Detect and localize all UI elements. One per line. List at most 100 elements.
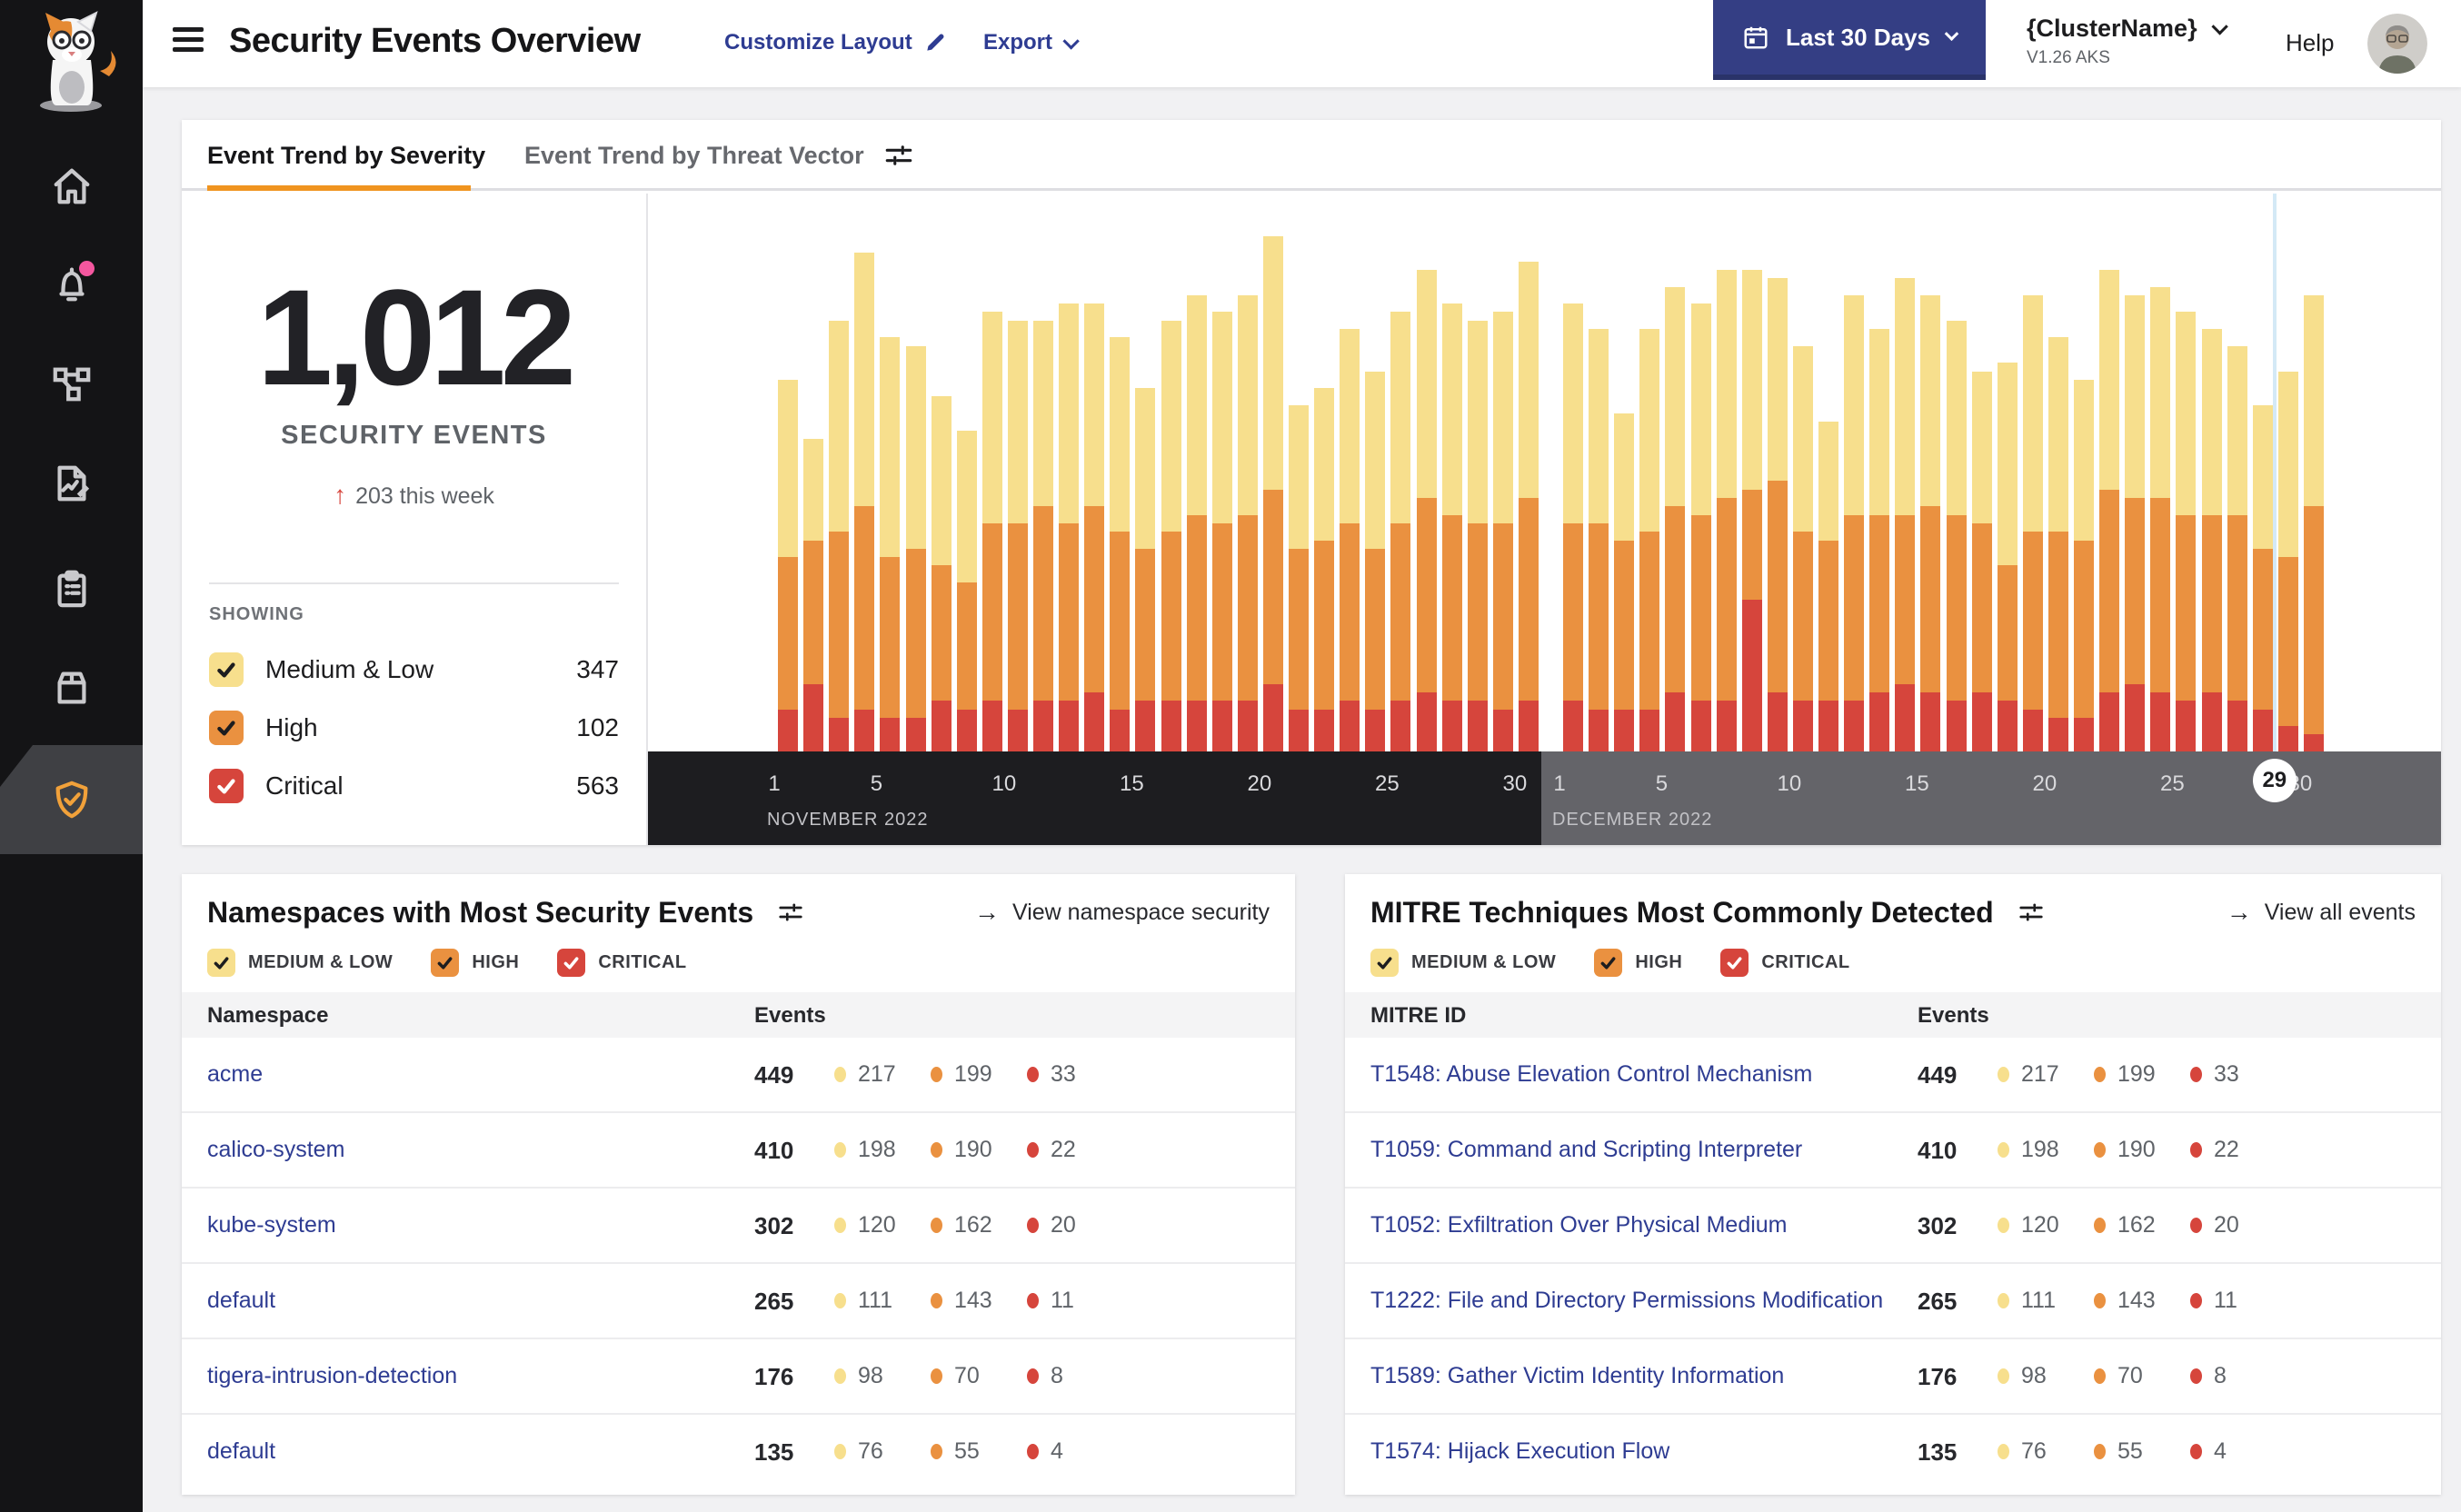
bar-dec-16[interactable]: [1946, 320, 1967, 751]
calico-cat-logo[interactable]: [20, 7, 122, 119]
bar-nov-22[interactable]: [1314, 388, 1335, 751]
bar-dec-10[interactable]: [1792, 345, 1813, 751]
trend-settings-sliders-icon[interactable]: [883, 140, 914, 171]
today-marker[interactable]: 29: [2252, 759, 2297, 802]
cluster-selector[interactable]: {ClusterName} V1.26 AKS: [2027, 15, 2228, 68]
bar-dec-12[interactable]: [1844, 294, 1865, 751]
bar-dec-14[interactable]: [1895, 278, 1916, 751]
bar-nov-1[interactable]: [778, 379, 798, 751]
bar-dec-2[interactable]: [1589, 329, 1609, 751]
date-range-button[interactable]: Last 30 Days: [1713, 0, 1986, 80]
bar-dec-13[interactable]: [1869, 329, 1890, 751]
bar-nov-28[interactable]: [1467, 320, 1488, 751]
bar-dec-5[interactable]: [1665, 286, 1686, 751]
bar-nov-21[interactable]: [1289, 404, 1309, 751]
severity-filter-critical[interactable]: CRITICAL: [1720, 949, 1849, 977]
bar-nov-3[interactable]: [829, 320, 850, 751]
severity-filter-high[interactable]: HIGH: [1594, 949, 1682, 977]
showing-row-medium_low[interactable]: Medium & Low 347: [182, 641, 646, 699]
bar-nov-16[interactable]: [1161, 320, 1181, 751]
bar-nov-12[interactable]: [1059, 303, 1080, 751]
showing-row-critical[interactable]: Critical 563: [182, 757, 646, 815]
row-name-link[interactable]: kube-system: [207, 1212, 336, 1238]
bar-dec-7[interactable]: [1716, 269, 1737, 751]
checkbox-high[interactable]: [1594, 949, 1623, 977]
showing-row-high[interactable]: High 102: [182, 699, 646, 757]
bar-nov-9[interactable]: [981, 312, 1002, 751]
tab-event-trend-by-severity[interactable]: Event Trend by Severity: [207, 142, 485, 170]
bar-nov-13[interactable]: [1084, 303, 1105, 751]
bar-nov-4[interactable]: [854, 253, 875, 751]
bar-nov-18[interactable]: [1211, 312, 1232, 751]
bar-nov-11[interactable]: [1033, 320, 1053, 751]
sidebar-item-alerts[interactable]: [0, 234, 143, 333]
bar-nov-15[interactable]: [1135, 388, 1156, 751]
checkbox-critical[interactable]: [557, 949, 586, 977]
checkbox-critical[interactable]: [209, 769, 244, 803]
row-name-link[interactable]: T1589: Gather Victim Identity Informatio…: [1370, 1363, 1784, 1389]
bar-nov-30[interactable]: [1518, 261, 1539, 751]
bar-nov-29[interactable]: [1492, 312, 1513, 751]
row-name-link[interactable]: T1059: Command and Scripting Interpreter: [1370, 1137, 1802, 1163]
checkbox-medium_low[interactable]: [209, 652, 244, 687]
bar-dec-11[interactable]: [1818, 422, 1838, 751]
tab-event-trend-by-threat-vector[interactable]: Event Trend by Threat Vector: [524, 142, 864, 170]
bar-dec-26[interactable]: [2201, 329, 2222, 751]
bar-dec-25[interactable]: [2176, 312, 2197, 751]
bar-nov-7[interactable]: [931, 396, 952, 751]
bar-nov-27[interactable]: [1441, 303, 1462, 751]
checkbox-critical[interactable]: [1720, 949, 1749, 977]
severity-filter-critical[interactable]: CRITICAL: [557, 949, 686, 977]
bar-nov-24[interactable]: [1365, 371, 1386, 751]
sidebar-item-workloads[interactable]: [0, 638, 143, 738]
bar-dec-22[interactable]: [2099, 269, 2120, 751]
severity-filter-medium_low[interactable]: MEDIUM & LOW: [207, 949, 393, 977]
row-name-link[interactable]: T1574: Hijack Execution Flow: [1370, 1438, 1669, 1465]
panel-settings-sliders-icon[interactable]: [2018, 899, 2045, 926]
bar-nov-2[interactable]: [803, 438, 824, 751]
bar-dec-23[interactable]: [2125, 294, 2146, 751]
bar-dec-9[interactable]: [1767, 278, 1788, 751]
view-all-events-link[interactable]: → View all events: [2227, 898, 2416, 927]
sidebar-item-policies[interactable]: [0, 433, 143, 533]
bar-dec-27[interactable]: [2227, 345, 2247, 751]
checkbox-medium_low[interactable]: [207, 949, 235, 977]
bar-dec-21[interactable]: [2074, 379, 2094, 751]
row-name-link[interactable]: T1052: Exfiltration Over Physical Medium: [1370, 1212, 1788, 1238]
bar-dec-4[interactable]: [1639, 329, 1660, 751]
row-name-link[interactable]: acme: [207, 1061, 263, 1088]
bar-nov-20[interactable]: [1262, 235, 1283, 751]
bar-dec-8[interactable]: [1741, 269, 1762, 751]
checkbox-high[interactable]: [431, 949, 460, 977]
bar-dec-19[interactable]: [2022, 294, 2043, 751]
row-name-link[interactable]: tigera-intrusion-detection: [207, 1363, 457, 1389]
bar-nov-5[interactable]: [880, 337, 901, 751]
row-name-link[interactable]: calico-system: [207, 1137, 344, 1163]
sidebar-item-compliance[interactable]: [0, 538, 143, 638]
view-namespace-security-link[interactable]: → View namespace security: [974, 898, 1270, 927]
severity-filter-high[interactable]: HIGH: [431, 949, 519, 977]
checkbox-high[interactable]: [209, 711, 244, 745]
menu-toggle-button[interactable]: [173, 27, 205, 56]
checkbox-medium_low[interactable]: [1370, 949, 1399, 977]
row-name-link[interactable]: T1222: File and Directory Permissions Mo…: [1370, 1288, 1883, 1314]
bar-dec-20[interactable]: [2048, 337, 2068, 751]
bar-dec-29[interactable]: [2277, 371, 2298, 751]
panel-settings-sliders-icon[interactable]: [777, 899, 804, 926]
bar-dec-3[interactable]: [1614, 413, 1635, 751]
bar-dec-24[interactable]: [2150, 286, 2171, 751]
bar-dec-18[interactable]: [1997, 363, 2018, 751]
bar-nov-8[interactable]: [956, 430, 977, 751]
row-name-link[interactable]: T1548: Abuse Elevation Control Mechanism: [1370, 1061, 1812, 1088]
sidebar-item-home[interactable]: [0, 136, 143, 236]
bar-nov-19[interactable]: [1237, 294, 1258, 751]
bar-dec-6[interactable]: [1690, 303, 1711, 751]
row-name-link[interactable]: default: [207, 1438, 275, 1465]
bar-nov-14[interactable]: [1110, 337, 1131, 751]
user-avatar[interactable]: [2367, 14, 2427, 74]
bar-nov-6[interactable]: [905, 345, 926, 751]
sidebar-item-threat-defense[interactable]: [0, 745, 143, 854]
bar-nov-10[interactable]: [1007, 320, 1028, 751]
bar-dec-28[interactable]: [2252, 404, 2273, 751]
bar-dec-30[interactable]: [2303, 294, 2324, 751]
